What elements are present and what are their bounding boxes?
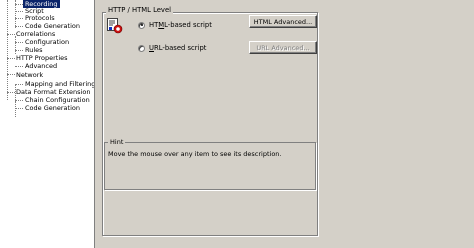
tree-line xyxy=(15,4,23,5)
tree-line xyxy=(7,34,15,35)
url-advanced-button: URL Advanced... xyxy=(249,41,317,54)
tree-item-chain-configuration[interactable]: Chain Configuration xyxy=(25,96,90,104)
tree-line xyxy=(15,11,23,12)
url-based-radio[interactable] xyxy=(138,44,145,52)
tree-line xyxy=(7,58,15,59)
tree-item-mapping-and-filtering[interactable]: Mapping and Filtering xyxy=(25,80,94,88)
tree-line xyxy=(15,100,23,101)
html-based-radio[interactable] xyxy=(138,21,145,29)
tree-item-rules[interactable]: Rules xyxy=(25,46,43,54)
tree-line xyxy=(15,50,23,51)
url-based-label: URL-based script xyxy=(149,44,207,52)
tree-line xyxy=(7,0,8,100)
tree-item-advanced[interactable]: Advanced xyxy=(25,62,57,70)
tree-line xyxy=(15,108,23,109)
tree-line xyxy=(15,66,23,67)
hint-title: Hint xyxy=(108,138,126,146)
tree-line xyxy=(7,74,15,75)
tree-line xyxy=(15,42,23,43)
tree-item-code-generation-2[interactable]: Code Generation xyxy=(25,104,80,112)
html-based-label: HTML-based script xyxy=(149,21,212,29)
url-based-option[interactable]: URL-based script xyxy=(138,44,206,52)
tree-line xyxy=(15,36,16,54)
options-tree[interactable]: Recording Script Protocols Code Generati… xyxy=(0,0,95,248)
tree-line xyxy=(15,84,23,85)
tree-line xyxy=(15,18,23,19)
tree-item-data-format-extension[interactable]: Data Format Extension xyxy=(16,88,90,96)
tree-item-network[interactable]: Network xyxy=(16,71,43,79)
tree-line xyxy=(15,26,23,27)
http-level-title: HTTP / HTML Level xyxy=(106,6,174,15)
html-based-option[interactable]: HTML-based script xyxy=(138,21,212,29)
tree-item-http-properties[interactable]: HTTP Properties xyxy=(16,54,68,62)
script-type-icon xyxy=(107,18,123,34)
tree-item-protocols[interactable]: Protocols xyxy=(25,14,55,22)
tree-item-configuration[interactable]: Configuration xyxy=(25,38,69,46)
tree-line xyxy=(7,92,15,93)
tree-item-correlations[interactable]: Correlations xyxy=(16,30,55,38)
hint-text: Move the mouse over any item to see its … xyxy=(108,150,282,158)
html-advanced-button[interactable]: HTML Advanced... xyxy=(249,15,317,28)
tree-item-code-generation[interactable]: Code Generation xyxy=(25,22,80,30)
